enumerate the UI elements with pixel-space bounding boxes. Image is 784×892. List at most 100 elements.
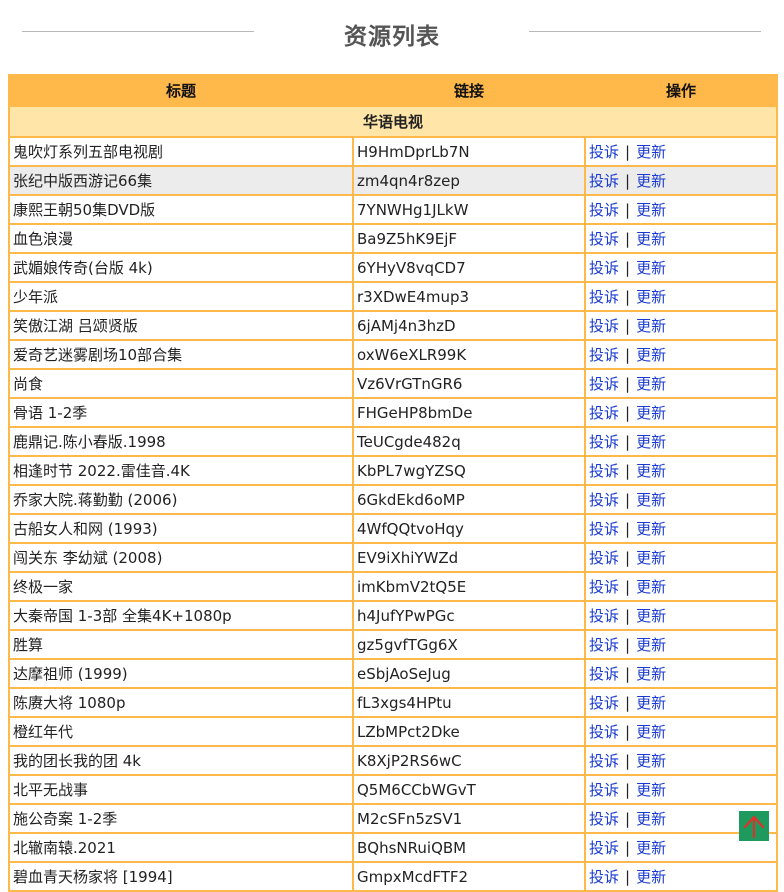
action-separator: | [625, 578, 631, 596]
resource-link[interactable]: gz5gvfTGg6X [352, 629, 586, 660]
complain-link[interactable]: 投诉 [589, 810, 619, 828]
resource-title: 陈赓大将 1080p [8, 687, 354, 718]
update-link[interactable]: 更新 [636, 433, 666, 451]
complain-link[interactable]: 投诉 [589, 404, 619, 422]
update-link[interactable]: 更新 [636, 694, 666, 712]
update-link[interactable]: 更新 [636, 636, 666, 654]
table-row: 鬼吹灯系列五部电视剧 H9HmDprLb7N 投诉 | 更新 [8, 136, 778, 167]
complain-link[interactable]: 投诉 [589, 433, 619, 451]
action-separator: | [625, 491, 631, 509]
resource-title: 我的团长我的团 4k [8, 745, 354, 776]
complain-link[interactable]: 投诉 [589, 230, 619, 248]
table-row: 古船女人和网 (1993) 4WfQQtvoHqy 投诉 | 更新 [8, 513, 778, 544]
complain-link[interactable]: 投诉 [589, 172, 619, 190]
update-link[interactable]: 更新 [636, 201, 666, 219]
resource-link[interactable]: LZbMPct2Dke [352, 716, 586, 747]
complain-link[interactable]: 投诉 [589, 317, 619, 335]
action-separator: | [625, 694, 631, 712]
complain-link[interactable]: 投诉 [589, 549, 619, 567]
update-link[interactable]: 更新 [636, 868, 666, 886]
complain-link[interactable]: 投诉 [589, 201, 619, 219]
update-link[interactable]: 更新 [636, 143, 666, 161]
resource-link[interactable]: 6GkdEkd6oMP [352, 484, 586, 515]
update-link[interactable]: 更新 [636, 462, 666, 480]
complain-link[interactable]: 投诉 [589, 781, 619, 799]
complain-link[interactable]: 投诉 [589, 491, 619, 509]
resource-link[interactable]: imKbmV2tQ5E [352, 571, 586, 602]
update-link[interactable]: 更新 [636, 317, 666, 335]
update-link[interactable]: 更新 [636, 346, 666, 364]
complain-link[interactable]: 投诉 [589, 143, 619, 161]
complain-link[interactable]: 投诉 [589, 578, 619, 596]
update-link[interactable]: 更新 [636, 607, 666, 625]
resource-link[interactable]: M2cSFn5zSV1 [352, 803, 586, 834]
page-title: 资源列表 [344, 24, 440, 50]
update-link[interactable]: 更新 [636, 491, 666, 509]
complain-link[interactable]: 投诉 [589, 694, 619, 712]
update-link[interactable]: 更新 [636, 665, 666, 683]
resource-link[interactable]: Q5M6CCbWGvT [352, 774, 586, 805]
update-link[interactable]: 更新 [636, 259, 666, 277]
resource-link[interactable]: r3XDwE4mup3 [352, 281, 586, 312]
update-link[interactable]: 更新 [636, 839, 666, 857]
resource-link[interactable]: TeUCgde482q [352, 426, 586, 457]
arrow-up-icon [743, 815, 765, 839]
update-link[interactable]: 更新 [636, 375, 666, 393]
resource-link[interactable]: fL3xgs4HPtu [352, 687, 586, 718]
complain-link[interactable]: 投诉 [589, 462, 619, 480]
complain-link[interactable]: 投诉 [589, 288, 619, 306]
update-link[interactable]: 更新 [636, 172, 666, 190]
update-link[interactable]: 更新 [636, 752, 666, 770]
complain-link[interactable]: 投诉 [589, 665, 619, 683]
resource-link[interactable]: KbPL7wgYZSQ [352, 455, 586, 486]
table-row: 陈赓大将 1080p fL3xgs4HPtu 投诉 | 更新 [8, 687, 778, 718]
resource-link[interactable]: 6jAMj4n3hzD [352, 310, 586, 341]
complain-link[interactable]: 投诉 [589, 723, 619, 741]
update-link[interactable]: 更新 [636, 404, 666, 422]
back-to-top-button[interactable] [739, 811, 769, 841]
complain-link[interactable]: 投诉 [589, 868, 619, 886]
resource-link[interactable]: 6YHyV8vqCD7 [352, 252, 586, 283]
resource-link[interactable]: EV9iXhiYWZd [352, 542, 586, 573]
row-actions: 投诉 | 更新 [584, 658, 778, 689]
complain-link[interactable]: 投诉 [589, 607, 619, 625]
action-separator: | [625, 810, 631, 828]
resource-link[interactable]: K8XjP2RS6wC [352, 745, 586, 776]
resource-link[interactable]: oxW6eXLR99K [352, 339, 586, 370]
resource-link[interactable]: Ba9Z5hK9EjF [352, 223, 586, 254]
table-row: 武媚娘传奇(台版 4k) 6YHyV8vqCD7 投诉 | 更新 [8, 252, 778, 283]
resource-table: 标题 链接 操作 华语电视 鬼吹灯系列五部电视剧 H9HmDprLb7N 投诉 | 更新… [8, 74, 778, 892]
row-actions: 投诉 | 更新 [584, 136, 778, 167]
resource-title: 施公奇案 1-2季 [8, 803, 354, 834]
complain-link[interactable]: 投诉 [589, 259, 619, 277]
update-link[interactable]: 更新 [636, 781, 666, 799]
resource-link[interactable]: Vz6VrGTnGR6 [352, 368, 586, 399]
update-link[interactable]: 更新 [636, 723, 666, 741]
resource-title: 终极一家 [8, 571, 354, 602]
resource-link[interactable]: 4WfQQtvoHqy [352, 513, 586, 544]
complain-link[interactable]: 投诉 [589, 752, 619, 770]
complain-link[interactable]: 投诉 [589, 520, 619, 538]
update-link[interactable]: 更新 [636, 810, 666, 828]
complain-link[interactable]: 投诉 [589, 636, 619, 654]
resource-link[interactable]: BQhsNRuiQBM [352, 832, 586, 863]
table-row: 相逢时节 2022.雷佳音.4K KbPL7wgYZSQ 投诉 | 更新 [8, 455, 778, 486]
resource-link[interactable]: zm4qn4r8zep [352, 165, 586, 196]
row-actions: 投诉 | 更新 [584, 281, 778, 312]
complain-link[interactable]: 投诉 [589, 839, 619, 857]
resource-link[interactable]: 7YNWHg1JLkW [352, 194, 586, 225]
complain-link[interactable]: 投诉 [589, 375, 619, 393]
resource-title: 乔家大院.蒋勤勤 (2006) [8, 484, 354, 515]
table-row: 终极一家 imKbmV2tQ5E 投诉 | 更新 [8, 571, 778, 602]
update-link[interactable]: 更新 [636, 549, 666, 567]
update-link[interactable]: 更新 [636, 520, 666, 538]
resource-link[interactable]: FHGeHP8bmDe [352, 397, 586, 428]
update-link[interactable]: 更新 [636, 230, 666, 248]
resource-link[interactable]: eSbjAoSeJug [352, 658, 586, 689]
update-link[interactable]: 更新 [636, 578, 666, 596]
resource-link[interactable]: h4JufYPwPGc [352, 600, 586, 631]
update-link[interactable]: 更新 [636, 288, 666, 306]
row-actions: 投诉 | 更新 [584, 484, 778, 515]
resource-link[interactable]: H9HmDprLb7N [352, 136, 586, 167]
complain-link[interactable]: 投诉 [589, 346, 619, 364]
